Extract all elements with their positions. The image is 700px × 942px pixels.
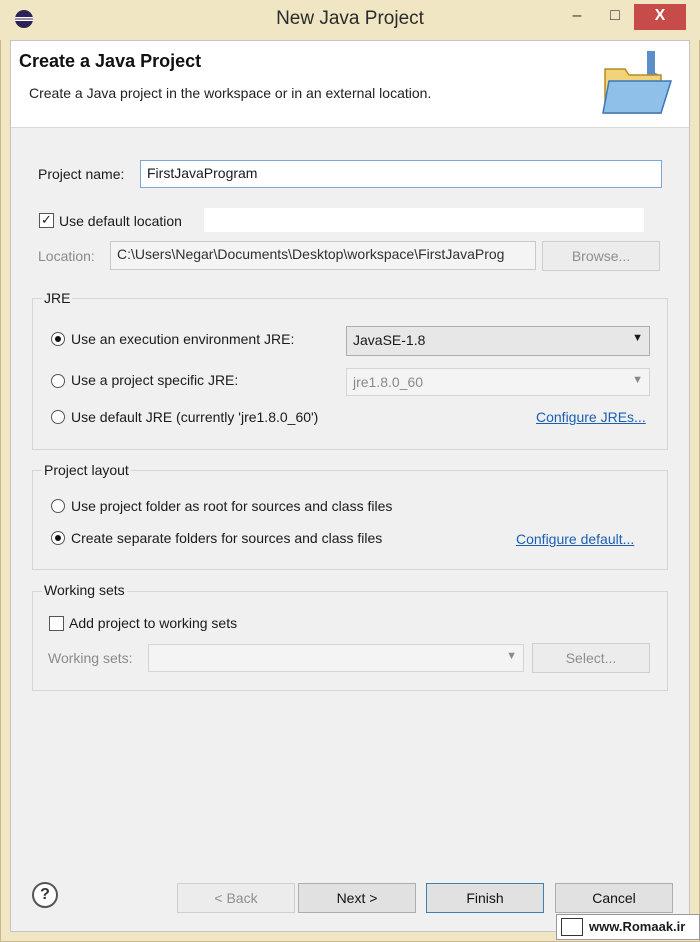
wizard-header: Create a Java Project Create a Java proj… xyxy=(11,41,689,128)
location-input[interactable]: C:\Users\Negar\Documents\Desktop\workspa… xyxy=(110,241,536,270)
execution-environment-value: JavaSE-1.8 xyxy=(353,332,426,348)
use-default-location-checkbox[interactable]: ✓ xyxy=(39,213,54,228)
chevron-down-icon: ▼ xyxy=(632,374,643,386)
window-title: New Java Project xyxy=(276,8,424,29)
close-button[interactable]: X xyxy=(634,4,686,30)
execution-environment-label: Use an execution environment JRE: xyxy=(71,331,295,347)
blank-area xyxy=(204,208,644,232)
jre-group-title: JRE xyxy=(42,290,73,306)
chevron-down-icon: ▼ xyxy=(632,332,643,344)
working-sets-group-title: Working sets xyxy=(42,582,127,598)
use-default-location-label: Use default location xyxy=(59,213,182,229)
working-sets-group xyxy=(32,591,668,691)
configure-default-link[interactable]: Configure default... xyxy=(516,531,634,547)
configure-jres-link[interactable]: Configure JREs... xyxy=(536,409,646,425)
radio-separate-folders[interactable] xyxy=(51,531,65,545)
minimize-button[interactable]: – xyxy=(566,4,588,30)
select-working-sets-button[interactable]: Select... xyxy=(532,643,650,673)
help-icon[interactable]: ? xyxy=(32,882,58,908)
working-sets-label: Working sets: xyxy=(48,650,133,666)
page-title: Create a Java Project xyxy=(19,51,202,71)
default-jre-label: Use default JRE (currently 'jre1.8.0_60'… xyxy=(71,409,319,425)
chevron-down-icon: ▼ xyxy=(506,650,517,662)
working-sets-select[interactable]: ▼ xyxy=(148,644,524,672)
next-button[interactable]: Next > xyxy=(298,883,416,913)
radio-execution-environment[interactable] xyxy=(51,332,65,346)
add-to-working-sets-label: Add project to working sets xyxy=(69,615,238,631)
project-name-label: Project name: xyxy=(38,166,125,182)
finish-button[interactable]: Finish xyxy=(426,883,544,913)
watermark-text: www.Romaak.ir xyxy=(589,919,686,934)
radio-default-jre[interactable] xyxy=(51,410,65,424)
watermark-logo-icon xyxy=(561,918,583,936)
browse-button[interactable]: Browse... xyxy=(542,241,660,271)
add-to-working-sets-checkbox[interactable] xyxy=(49,616,64,631)
project-layout-group-title: Project layout xyxy=(42,462,131,478)
project-specific-jre-label: Use a project specific JRE: xyxy=(71,372,239,388)
project-specific-jre-value: jre1.8.0_60 xyxy=(353,374,424,390)
back-button[interactable]: < Back xyxy=(177,883,295,913)
java-project-folder-icon xyxy=(602,51,673,114)
project-specific-jre-select[interactable]: jre1.8.0_60 ▼ xyxy=(346,368,650,396)
location-label: Location: xyxy=(38,248,95,264)
maximize-button[interactable]: □ xyxy=(604,4,626,30)
project-layout-group xyxy=(32,470,668,570)
radio-project-specific-jre[interactable] xyxy=(51,374,65,388)
page-subtitle: Create a Java project in the workspace o… xyxy=(29,85,432,101)
title-bar[interactable]: New Java Project – □ X xyxy=(0,0,700,40)
cancel-button[interactable]: Cancel xyxy=(555,883,673,913)
project-folder-root-label: Use project folder as root for sources a… xyxy=(71,498,393,514)
execution-environment-select[interactable]: JavaSE-1.8 ▼ xyxy=(346,326,650,356)
separate-folders-label: Create separate folders for sources and … xyxy=(71,530,383,546)
radio-project-folder-root[interactable] xyxy=(51,499,65,513)
project-name-input[interactable]: FirstJavaProgram xyxy=(140,160,662,188)
watermark: www.Romaak.ir xyxy=(556,914,700,940)
